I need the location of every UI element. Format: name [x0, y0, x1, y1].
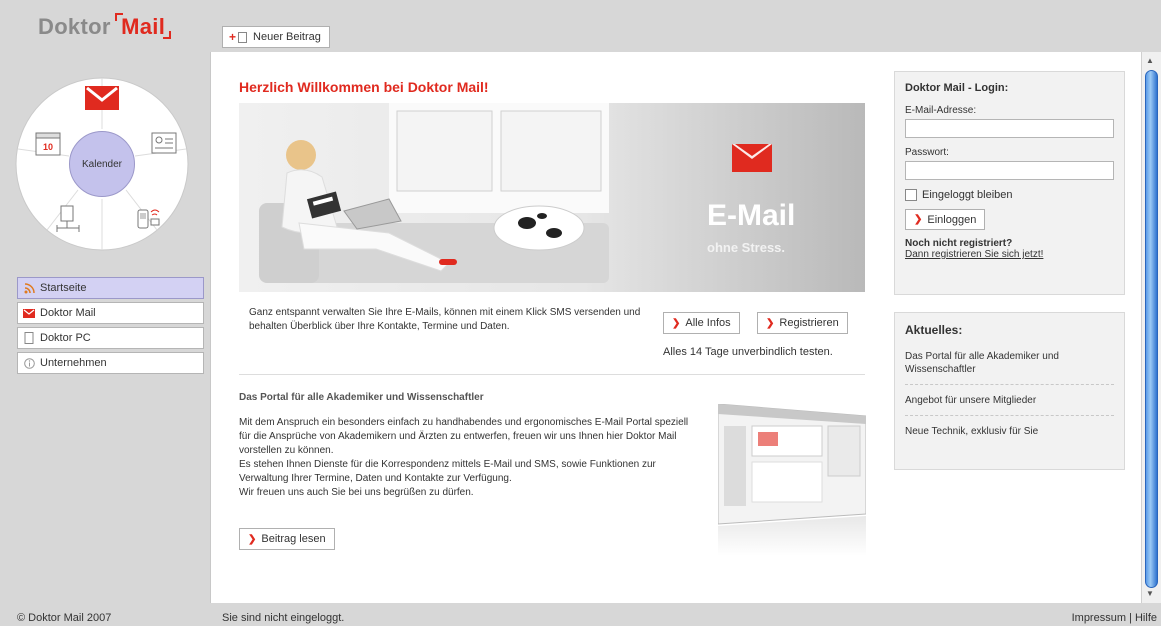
news-panel: Aktuelles: Das Portal für alle Akademike…: [894, 312, 1125, 470]
nav-label: Startseite: [40, 282, 87, 294]
hero-headline: E-Mail: [707, 199, 796, 232]
hero-illustration: [259, 103, 609, 283]
register-link[interactable]: Dann registrieren Sie sich jetzt!: [905, 249, 1114, 260]
contact-card-icon: [151, 132, 177, 154]
login-panel: Doktor Mail - Login: E-Mail-Adresse: Pas…: [894, 71, 1125, 295]
help-link[interactable]: Hilfe: [1135, 612, 1157, 624]
nav-item-doktor-pc[interactable]: Doktor PC: [17, 327, 204, 349]
rss-icon: [23, 282, 35, 294]
new-post-button[interactable]: + Neuer Beitrag: [222, 26, 330, 48]
email-field[interactable]: [905, 119, 1114, 138]
calendar-center-button[interactable]: Kalender: [69, 131, 135, 197]
all-infos-button[interactable]: ❯ Alle Infos: [663, 312, 740, 334]
info-icon: [23, 357, 35, 369]
new-post-label: Neuer Beitrag: [253, 31, 321, 43]
login-button[interactable]: ❯ Einloggen: [905, 209, 986, 230]
document-icon: [23, 332, 35, 344]
hero-tagline: ohne Stress.: [707, 240, 786, 255]
scroll-down-arrow-icon[interactable]: ▼: [1146, 589, 1154, 598]
arrow-right-icon: ❯: [766, 317, 775, 329]
portal-body: Mit dem Anspruch ein besonders einfach z…: [239, 416, 699, 500]
read-post-label: Beitrag lesen: [261, 533, 326, 545]
logo[interactable]: Doktor Mail: [38, 14, 169, 40]
toolbar: + Neuer Beitrag: [210, 0, 1161, 52]
plus-icon: +: [229, 30, 237, 44]
intro-text: Ganz entspannt verwalten Sie Ihre E-Mail…: [249, 307, 641, 332]
hero-banner: E-Mail ohne Stress.: [239, 103, 865, 292]
nav-label: Unternehmen: [40, 357, 107, 369]
news-item[interactable]: Das Portal für alle Akademiker und Wisse…: [905, 350, 1114, 385]
sms-wheel-button[interactable]: [133, 202, 163, 235]
arrow-right-icon: ❯: [248, 533, 257, 545]
stay-logged-in-row[interactable]: Eingeloggt bleiben: [905, 189, 1114, 201]
register-button[interactable]: ❯ Registrieren: [757, 312, 848, 334]
welcome-title: Herzlich Willkommen bei Doktor Mail!: [239, 79, 489, 95]
portal-screenshot-image: [717, 403, 867, 556]
footer-separator: |: [1129, 612, 1132, 624]
portal-paragraph: Mit dem Anspruch ein besonders einfach z…: [239, 417, 689, 456]
news-item[interactable]: Neue Technik, exklusiv für Sie: [905, 425, 1114, 446]
contacts-wheel-button[interactable]: [151, 132, 177, 157]
portal-paragraph: Wir freuen uns auch Sie bei uns begrüßen…: [239, 487, 474, 498]
nav-item-unternehmen[interactable]: Unternehmen: [17, 352, 204, 374]
login-status: Sie sind nicht eingeloggt.: [222, 612, 345, 624]
nav-item-doktor-mail[interactable]: Doktor Mail: [17, 302, 204, 324]
nav-label: Doktor PC: [40, 332, 91, 344]
arrow-right-icon: ❯: [672, 317, 681, 329]
hero-envelope-icon: [732, 144, 772, 172]
mobile-phone-icon: [137, 209, 160, 229]
nav-item-startseite[interactable]: Startseite: [17, 277, 204, 299]
calendar-day: 10: [43, 142, 53, 152]
envelope-icon: [85, 86, 119, 110]
stay-logged-in-label: Eingeloggt bleiben: [922, 189, 1013, 201]
portal-paragraph: Es stehen Ihnen Dienste für die Korrespo…: [239, 459, 656, 484]
all-infos-label: Alle Infos: [685, 317, 731, 329]
app-wheel: 10 Kalender: [15, 54, 195, 274]
logo-mail: Mail: [117, 14, 169, 39]
scroll-thumb[interactable]: [1145, 70, 1158, 588]
login-title: Doktor Mail - Login:: [905, 82, 1009, 94]
scroll-up-arrow-icon[interactable]: ▲: [1146, 56, 1154, 65]
read-post-button[interactable]: ❯ Beitrag lesen: [239, 528, 335, 550]
divider: [239, 374, 865, 375]
logo-doktor: Doktor: [38, 14, 111, 39]
mail-wheel-button[interactable]: [85, 86, 119, 113]
calendar-wheel-button[interactable]: 10: [35, 130, 61, 159]
news-title: Aktuelles:: [905, 323, 963, 337]
arrow-right-icon: ❯: [914, 214, 923, 225]
password-label: Passwort:: [905, 147, 949, 158]
register-label: Registrieren: [779, 317, 839, 329]
sidebar: Doktor Mail 10 Kalender Startseite Dokto…: [0, 0, 210, 626]
main-nav: Startseite Doktor Mail Doktor PC Unterne…: [17, 277, 204, 377]
nav-label: Doktor Mail: [40, 307, 96, 319]
login-button-label: Einloggen: [927, 213, 977, 226]
copyright: © Doktor Mail 2007: [17, 612, 112, 624]
document-icon: [238, 31, 248, 43]
files-wheel-button[interactable]: [53, 204, 83, 237]
calendar-icon: 10: [35, 132, 61, 156]
stay-logged-in-checkbox[interactable]: [905, 189, 917, 201]
vertical-scrollbar[interactable]: ▲ ▼: [1141, 52, 1161, 603]
main-content: Herzlich Willkommen bei Doktor Mail! E-M…: [210, 52, 1141, 603]
not-registered-text: Noch nicht registriert?: [905, 238, 1013, 249]
footer-links: Impressum | Hilfe: [1072, 612, 1157, 624]
file-tree-icon: [56, 205, 80, 232]
envelope-icon: [23, 307, 35, 319]
email-label: E-Mail-Adresse:: [905, 105, 977, 116]
trial-text: Alles 14 Tage unverbindlich testen.: [663, 346, 833, 358]
portal-title: Das Portal für alle Akademiker und Wisse…: [239, 392, 484, 403]
news-item[interactable]: Angebot für unsere Mitglieder: [905, 394, 1114, 416]
password-field[interactable]: [905, 161, 1114, 180]
imprint-link[interactable]: Impressum: [1072, 612, 1126, 624]
